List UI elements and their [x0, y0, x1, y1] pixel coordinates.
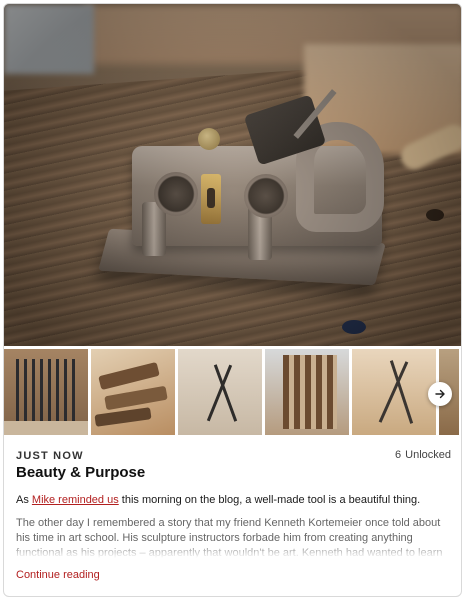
thumbnail-3[interactable]: [178, 349, 262, 435]
mike-blog-link[interactable]: Mike reminded us: [32, 494, 119, 506]
post-card: JUST NOW 6 Unlocked Beauty & Purpose As …: [3, 3, 462, 597]
post-excerpt: The other day I remembered a story that …: [16, 516, 454, 558]
post-timestamp: JUST NOW: [16, 450, 84, 462]
thumbnail-5[interactable]: [352, 349, 436, 435]
post-lead: As Mike reminded us this morning on the …: [16, 494, 421, 506]
hero-image[interactable]: [4, 4, 461, 346]
thumbnail-1[interactable]: [4, 349, 88, 435]
thumbnail-strip: [4, 349, 461, 435]
continue-reading-link[interactable]: Continue reading: [16, 569, 100, 581]
arrow-right-icon: [435, 389, 445, 399]
unlock-count-badge: 6 Unlocked: [395, 449, 451, 461]
unlock-count: 6: [395, 449, 402, 461]
thumbnail-4[interactable]: [265, 349, 349, 435]
post-title: Beauty & Purpose: [16, 464, 146, 481]
thumbnail-2[interactable]: [91, 349, 175, 435]
next-image-button[interactable]: [428, 382, 452, 406]
unlock-label: Unlocked: [405, 449, 451, 461]
